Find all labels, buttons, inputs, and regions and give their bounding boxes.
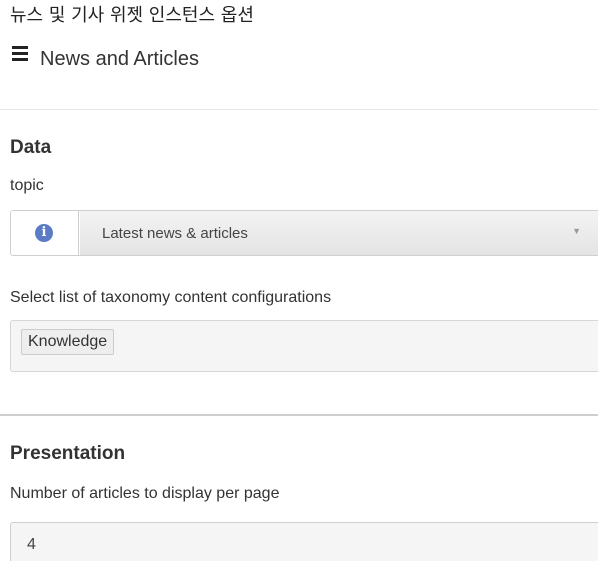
widget-title: News and Articles xyxy=(40,48,199,70)
widget-header: News and Articles xyxy=(0,32,598,110)
taxonomy-tag[interactable]: Knowledge xyxy=(21,329,115,355)
taxonomy-label: Select list of taxonomy content configur… xyxy=(10,289,332,306)
topic-label: topic xyxy=(10,177,44,194)
articles-per-page-value: 4 xyxy=(27,536,36,553)
chevron-down-icon[interactable]: ▼ xyxy=(572,226,581,236)
data-section-title: Data xyxy=(10,137,52,158)
topic-select[interactable]: i Latest news & articles ▼ xyxy=(10,210,598,256)
topic-dropdown[interactable]: Latest news & articles ▼ xyxy=(80,211,598,255)
topic-info-addon[interactable]: i xyxy=(11,211,79,255)
page-caption: 뉴스 및 기사 위젯 인스턴스 옵션 xyxy=(10,5,254,26)
taxonomy-tag-field[interactable]: Knowledge xyxy=(10,320,598,372)
section-divider xyxy=(0,414,598,416)
presentation-section-title: Presentation xyxy=(10,443,126,464)
info-icon[interactable]: i xyxy=(35,224,53,242)
articles-per-page-label: Number of articles to display per page xyxy=(10,485,280,502)
topic-selected-value: Latest news & articles xyxy=(102,225,248,242)
articles-per-page-input[interactable]: 4 xyxy=(10,522,598,561)
hamburger-menu-icon[interactable] xyxy=(12,46,30,62)
